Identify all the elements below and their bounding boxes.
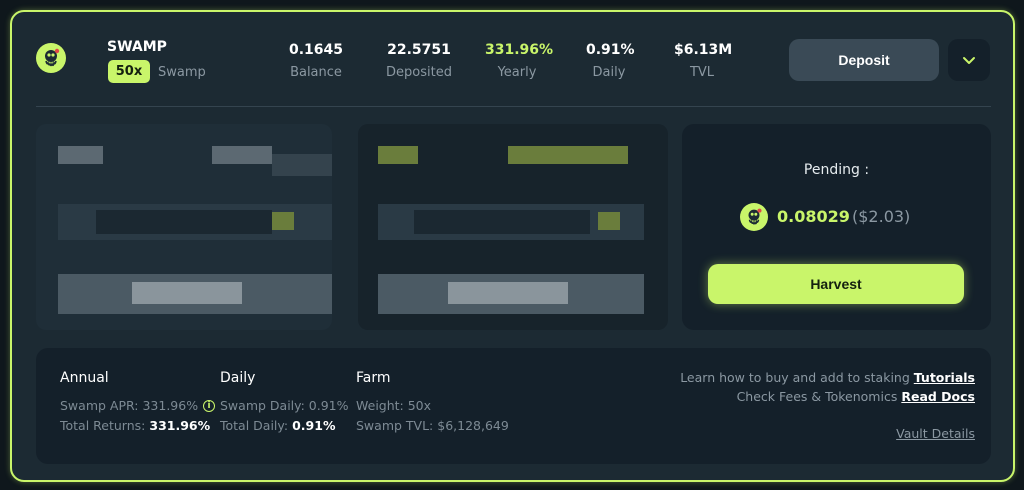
blurred-panel-right bbox=[358, 124, 668, 330]
total-returns-row: Total Returns: 331.96% bbox=[60, 418, 215, 433]
swamp-apr-text: Swamp APR: 331.96% bbox=[60, 398, 199, 413]
stat-balance: 0.1645 Balance bbox=[289, 42, 343, 80]
stat-value: $6.13M bbox=[674, 42, 733, 58]
stat-daily: 0.91% Daily bbox=[586, 42, 635, 80]
pending-panel: Pending : 0.08029 ($2.03) Harvest bbox=[682, 124, 991, 330]
swamp-logo-icon bbox=[36, 43, 66, 73]
chevron-down-icon bbox=[963, 57, 975, 64]
stat-yearly: 331.96% Yearly bbox=[485, 42, 554, 80]
stat-value: 22.5751 bbox=[387, 42, 451, 58]
stat-label: Yearly bbox=[497, 65, 537, 80]
harvest-button[interactable]: Harvest bbox=[708, 264, 964, 304]
blurred-panel-left bbox=[36, 124, 332, 330]
stat-value: 0.91% bbox=[586, 42, 635, 58]
total-daily-label: Total Daily: bbox=[220, 418, 289, 433]
pending-usd-value: ($2.03) bbox=[852, 207, 911, 226]
pool-subtitle: Swamp bbox=[158, 65, 206, 80]
vault-details-link[interactable]: Vault Details bbox=[896, 426, 975, 441]
vault-card: SWAMP 50x Swamp 0.1645 Balance 22.5751 D… bbox=[10, 10, 1015, 482]
daily-title: Daily bbox=[220, 370, 256, 386]
stat-label: Balance bbox=[290, 65, 342, 80]
annual-title: Annual bbox=[60, 370, 109, 386]
farm-column: Farm Weight: 50x Swamp TVL: $6,128,649 bbox=[356, 370, 509, 438]
swamp-daily-text: Swamp Daily: 0.91% bbox=[220, 398, 349, 413]
deposit-button[interactable]: Deposit bbox=[789, 39, 939, 81]
daily-column: Daily Swamp Daily: 0.91% Total Daily: 0.… bbox=[220, 370, 349, 438]
stat-label: Daily bbox=[592, 65, 626, 80]
multiplier-badge: 50x bbox=[108, 60, 150, 83]
docs-line: Check Fees & Tokenomics Read Docs bbox=[680, 389, 975, 404]
help-links: Learn how to buy and add to staking Tuto… bbox=[680, 370, 975, 408]
total-returns-label: Total Returns: bbox=[60, 418, 146, 433]
expand-button[interactable] bbox=[948, 39, 990, 81]
stat-label: TVL bbox=[689, 65, 715, 80]
farm-title: Farm bbox=[356, 370, 391, 386]
swamp-apr-row: Swamp APR: 331.96% i bbox=[60, 398, 216, 413]
stat-deposited: 22.5751 Deposited bbox=[386, 42, 452, 80]
info-icon[interactable]: i bbox=[203, 399, 216, 412]
pending-title: Pending : bbox=[803, 162, 870, 178]
total-daily-row: Total Daily: 0.91% bbox=[220, 418, 349, 433]
annual-column: Annual Swamp APR: 331.96% i Total Return… bbox=[60, 370, 216, 438]
stat-tvl: $6.13M TVL bbox=[674, 42, 733, 80]
tutorials-link[interactable]: Tutorials bbox=[914, 370, 975, 385]
learn-text: Learn how to buy and add to staking bbox=[680, 370, 910, 385]
vault-info-panel: Annual Swamp APR: 331.96% i Total Return… bbox=[36, 348, 991, 464]
pending-amount: 0.08029 bbox=[777, 207, 850, 226]
farm-tvl: Swamp TVL: $6,128,649 bbox=[356, 418, 509, 433]
stat-value: 331.96% bbox=[485, 42, 554, 58]
tutorials-line: Learn how to buy and add to staking Tuto… bbox=[680, 370, 975, 385]
fees-text: Check Fees & Tokenomics bbox=[736, 389, 898, 404]
total-returns-value: 331.96% bbox=[149, 418, 211, 433]
stat-label: Deposited bbox=[386, 65, 452, 80]
header-divider bbox=[36, 106, 991, 107]
stat-value: 0.1645 bbox=[289, 42, 344, 58]
swamp-daily-row: Swamp Daily: 0.91% bbox=[220, 398, 349, 413]
read-docs-link[interactable]: Read Docs bbox=[901, 389, 975, 404]
farm-weight: Weight: 50x bbox=[356, 398, 432, 413]
pool-name: SWAMP bbox=[107, 39, 167, 55]
swamp-token-icon bbox=[740, 203, 768, 231]
total-daily-value: 0.91% bbox=[292, 418, 336, 433]
